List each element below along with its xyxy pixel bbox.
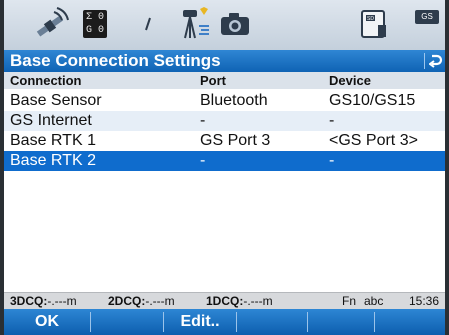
- dcq1-value: -.---m: [243, 294, 273, 308]
- battery-label: GS: [415, 10, 439, 24]
- row-device: <GS Port 3>: [329, 132, 418, 149]
- dcq2-readout: 2DCQ:-.---m: [108, 293, 175, 309]
- status-icon-bar: Σ 0 G 0 SD GS: [4, 0, 445, 51]
- header-connection: Connection: [10, 73, 82, 88]
- page-title: Base Connection Settings: [10, 51, 221, 70]
- dcq1-readout: 1DCQ:-.---m: [206, 293, 273, 309]
- gs-panel-row1: Σ 0: [85, 12, 104, 23]
- softkey-f4[interactable]: [237, 309, 307, 335]
- row-device: -: [329, 112, 335, 129]
- gs-position-panel[interactable]: Σ 0 G 0: [78, 6, 112, 42]
- gs-panel-row2: G 0: [85, 25, 104, 36]
- rtk-antenna-icon[interactable]: [180, 6, 212, 42]
- ok-button[interactable]: OK: [4, 309, 90, 335]
- table-row-selected[interactable]: Base RTK 2 - -: [4, 151, 445, 171]
- title-bar: Base Connection Settings: [4, 50, 445, 72]
- fn-indicator: Fn: [342, 294, 357, 308]
- camera-icon[interactable]: [218, 6, 252, 42]
- input-mode: abc: [364, 294, 384, 308]
- sd-card-icon[interactable]: SD: [358, 6, 390, 42]
- dcq2-label: 2DCQ:: [108, 294, 146, 308]
- table-row[interactable]: Base Sensor Bluetooth GS10/GS15: [4, 91, 445, 111]
- row-connection: Base RTK 1: [10, 132, 96, 149]
- row-port: Bluetooth: [200, 92, 268, 109]
- row-port: GS Port 3: [200, 132, 271, 149]
- softkey-bar: OK Edit..: [4, 309, 445, 335]
- dcq3-label: 3DCQ:: [10, 294, 48, 308]
- dcq3-value: -.---m: [47, 294, 77, 308]
- row-device: GS10/GS15: [329, 92, 416, 109]
- clock: 15:36: [409, 294, 440, 308]
- device-screen: Σ 0 G 0 SD GS Base Connection Settings C…: [4, 0, 445, 335]
- dcq3-readout: 3DCQ:-.---m: [10, 293, 77, 309]
- softkey-f6[interactable]: [375, 309, 445, 335]
- tilt-icon[interactable]: [142, 6, 154, 42]
- sd-label: SD: [367, 16, 374, 22]
- row-device: -: [329, 152, 335, 169]
- table-row[interactable]: GS Internet - -: [4, 111, 445, 131]
- edit-button[interactable]: Edit..: [164, 309, 236, 335]
- row-connection: GS Internet: [10, 112, 92, 129]
- title-separator: [424, 53, 425, 69]
- softkey-f2[interactable]: [91, 309, 163, 335]
- table-header: Connection Port Device: [4, 72, 445, 89]
- softkey-f5[interactable]: [308, 309, 374, 335]
- row-connection: Base RTK 2: [10, 152, 96, 169]
- header-device: Device: [329, 73, 371, 88]
- dcq2-value: -.---m: [145, 294, 175, 308]
- header-port: Port: [200, 73, 226, 88]
- row-connection: Base Sensor: [10, 92, 102, 109]
- status-strip: 3DCQ:-.---m 2DCQ:-.---m 1DCQ:-.---m Fn a…: [4, 292, 445, 309]
- row-port: -: [200, 112, 206, 129]
- row-port: -: [200, 152, 206, 169]
- dcq1-label: 1DCQ:: [206, 294, 244, 308]
- satellite-icon[interactable]: [32, 6, 72, 42]
- battery-icon[interactable]: GS: [412, 8, 442, 26]
- table-row[interactable]: Base RTK 1 GS Port 3 <GS Port 3>: [4, 131, 445, 151]
